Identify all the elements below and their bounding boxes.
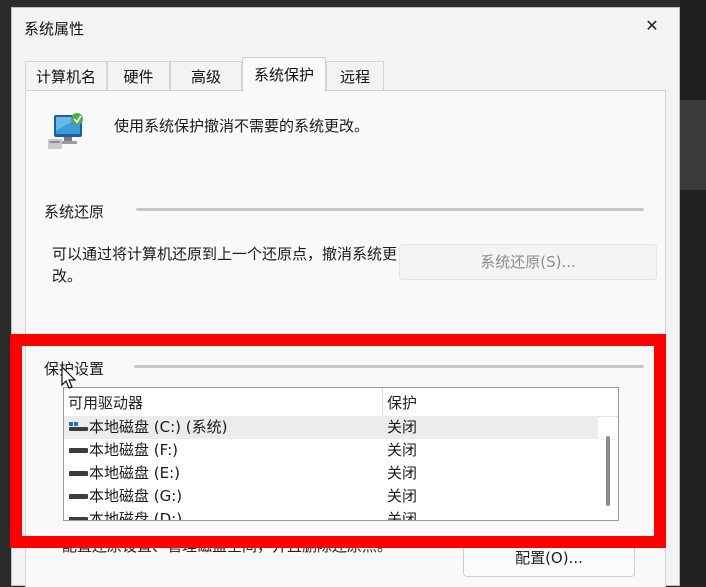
tab-advanced[interactable]: 高级 [170, 61, 242, 91]
window-title: 系统属性 [24, 20, 85, 38]
red-highlight-annotation [10, 334, 666, 548]
mouse-cursor-icon [61, 366, 77, 389]
system-restore-group-label: 系统还原 [44, 203, 105, 221]
tab-remote[interactable]: 远程 [326, 61, 384, 91]
system-restore-button[interactable]: 系统还原(S)... [399, 244, 657, 280]
tab-computer-name[interactable]: 计算机名 [25, 61, 107, 91]
system-restore-description: 可以通过将计算机还原到上一个还原点，撤消系统更改。 [52, 245, 398, 285]
close-icon[interactable]: ✕ [639, 13, 665, 39]
title-bar: 系统属性 ✕ [12, 8, 679, 46]
background-region [680, 100, 706, 190]
tab-hardware[interactable]: 硬件 [107, 61, 170, 91]
intro-text: 使用系统保护撤消不需要的系统更改。 [114, 117, 370, 135]
system-protection-icon [46, 111, 86, 151]
tab-system-protection[interactable]: 系统保护 [242, 57, 326, 92]
background-region [680, 0, 706, 100]
background-region [680, 190, 706, 586]
group-divider [136, 208, 644, 211]
